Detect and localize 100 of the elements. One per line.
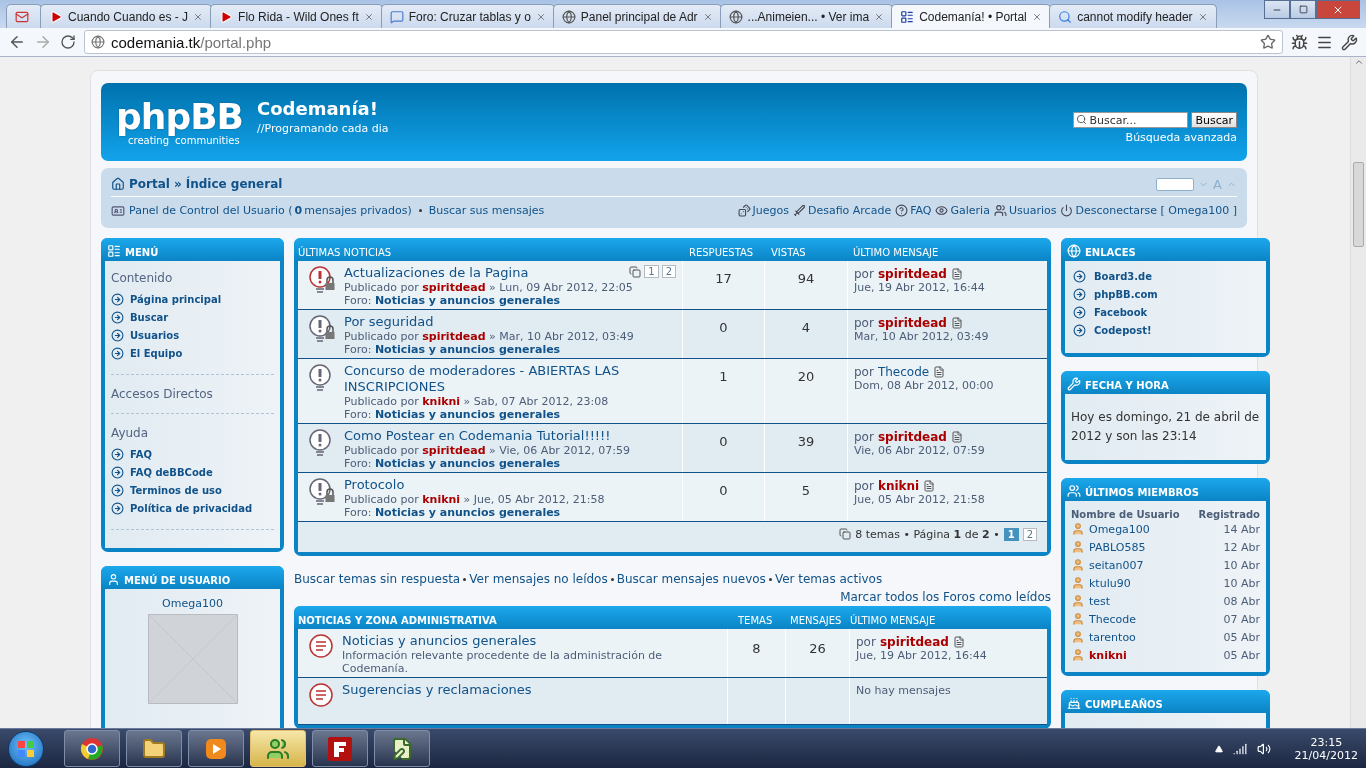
page-link[interactable]: 1 [644, 265, 659, 278]
member-link[interactable]: Omega100 [1089, 522, 1220, 536]
search-field[interactable]: Buscar... [1073, 112, 1189, 128]
nav-link[interactable]: Desafio Arcade [792, 204, 892, 217]
browser-tab[interactable]: Foro: Cruzar tablas y o [380, 4, 555, 28]
quick-link[interactable]: Buscar mensajes nuevos [616, 572, 766, 586]
topic-title[interactable]: Por seguridad [344, 314, 434, 330]
scrollbar-thumb[interactable] [1353, 162, 1364, 247]
nav-link[interactable]: Usuarios [993, 204, 1057, 217]
browser-tab[interactable]: ...Animeien... • Ver ima [719, 4, 894, 28]
forum-link[interactable]: Noticias y anuncios generales [374, 457, 561, 470]
member-link[interactable]: ktulu90 [1089, 576, 1220, 590]
reload-icon[interactable] [60, 34, 76, 50]
browser-tab[interactable]: Cuando Cuando es - J [40, 4, 213, 28]
page-icon[interactable] [933, 366, 946, 378]
member-link[interactable]: PABLO585 [1089, 540, 1220, 554]
forum-title[interactable]: Noticias y anuncios generales [342, 633, 721, 649]
page-icon[interactable] [952, 636, 965, 648]
page-icon[interactable] [950, 317, 963, 329]
breadcrumb-link[interactable]: Índice general [185, 177, 283, 191]
author-link[interactable]: spiritdead [877, 430, 947, 444]
close-icon[interactable] [702, 11, 713, 22]
user-link[interactable]: Panel de Control del Usuario (0 mensajes privados) [129, 204, 412, 217]
scroll-up-icon[interactable] [1353, 57, 1364, 67]
menu-link[interactable]: El Equipo [111, 344, 274, 362]
forum-link[interactable]: Noticias y anuncios generales [374, 408, 561, 421]
close-icon[interactable] [1197, 11, 1208, 22]
scrollbar[interactable] [1350, 57, 1366, 728]
external-link[interactable]: phpBB.com [1073, 285, 1258, 303]
nav-link[interactable]: FAQ [895, 204, 932, 217]
speaker-icon[interactable] [1256, 741, 1271, 756]
page-icon[interactable] [950, 268, 963, 280]
quick-link[interactable]: Buscar temas sin respuesta [294, 572, 461, 586]
topic-title[interactable]: Concurso de moderadores - ABIERTAS LAS INSCRIPCIONES [344, 363, 676, 395]
address-bar[interactable]: codemania.tk/portal.php [84, 30, 1283, 54]
page-link[interactable]: 2 [1022, 527, 1037, 541]
menu-link[interactable]: FAQ deBBCode [111, 463, 274, 481]
topic-title[interactable]: Actualizaciones de la Pagina [344, 265, 529, 281]
signal-icon[interactable] [1232, 741, 1247, 756]
close-icon[interactable] [1032, 11, 1043, 22]
topic-title[interactable]: Protocolo [344, 477, 405, 493]
browser-tab[interactable]: Flo Rida - Wild Ones ft [210, 4, 383, 28]
forum-title[interactable]: Sugerencias y reclamaciones [342, 682, 721, 698]
member-link[interactable]: test [1089, 594, 1220, 608]
taskbar-app[interactable] [126, 730, 182, 767]
member-link[interactable]: seitan007 [1089, 558, 1220, 572]
settings-icon[interactable] [1341, 33, 1358, 51]
browser-tab[interactable] [6, 4, 42, 28]
maximize-button[interactable] [1290, 0, 1316, 19]
taskbar-app[interactable] [374, 730, 430, 767]
browser-tab[interactable]: Codemanía! • Portal [891, 4, 1052, 28]
external-link[interactable]: Facebook [1073, 303, 1258, 321]
topic-title[interactable]: Como Postear en Codemania Tutorial!!!!! [344, 428, 611, 444]
author-link[interactable]: spiritdead [879, 635, 949, 649]
external-link[interactable]: Board3.de [1073, 267, 1258, 285]
browser-tab[interactable]: cannot modify header [1049, 4, 1217, 28]
minimize-button[interactable] [1264, 0, 1290, 19]
mark-read-link[interactable]: Marcar todos los Foros como leídos [840, 590, 1051, 604]
bug-icon[interactable] [1291, 33, 1308, 51]
taskbar-app[interactable] [188, 730, 244, 767]
author-link[interactable]: spiritdead [422, 444, 486, 457]
author-link[interactable]: spiritdead [422, 281, 486, 294]
member-link[interactable]: tarentoo [1089, 630, 1220, 644]
close-icon[interactable] [363, 11, 374, 22]
tray-arrow-icon[interactable] [1214, 744, 1223, 753]
menu-link[interactable]: Buscar [111, 308, 274, 326]
close-icon[interactable] [193, 11, 204, 22]
menu-link[interactable]: FAQ [111, 445, 274, 463]
forum-link[interactable]: Noticias y anuncios generales [374, 343, 561, 356]
browser-tab[interactable]: Panel principal de Adr [552, 4, 722, 28]
back-icon[interactable] [8, 33, 26, 51]
user-link[interactable]: Buscar sus mensajes [428, 204, 545, 217]
external-link[interactable]: Codepost! [1073, 321, 1258, 339]
member-link[interactable]: knikni [1089, 648, 1220, 662]
page-icon[interactable] [950, 431, 963, 443]
author-link[interactable]: knikni [422, 395, 461, 408]
page-icon[interactable] [923, 480, 936, 492]
taskbar-app[interactable] [64, 730, 120, 767]
quick-link[interactable]: Ver temas activos [774, 572, 883, 586]
search-button[interactable]: Buscar [1191, 112, 1237, 128]
menu-link[interactable]: Política de privacidad [111, 499, 274, 517]
author-link[interactable]: spiritdead [877, 267, 947, 281]
quick-link[interactable]: Ver mensajes no leídos [469, 572, 608, 586]
author-link[interactable]: spiritdead [877, 316, 947, 330]
menu-link[interactable]: Terminos de uso [111, 481, 274, 499]
forum-link[interactable]: Noticias y anuncios generales [374, 506, 561, 519]
breadcrumb-link[interactable]: Portal [129, 177, 170, 191]
author-link[interactable]: spiritdead [422, 330, 486, 343]
nav-link[interactable]: Desconectarse [ Omega100 ] [1060, 204, 1237, 217]
start-button[interactable] [8, 730, 44, 767]
author-link[interactable]: Thecode [877, 365, 930, 379]
nav-link[interactable]: Juegos [737, 204, 789, 217]
close-icon[interactable] [874, 11, 885, 22]
member-link[interactable]: Thecode [1089, 612, 1220, 626]
star-icon[interactable] [1260, 34, 1276, 50]
forum-link[interactable]: Noticias y anuncios generales [374, 294, 561, 307]
nav-link[interactable]: Galeria [935, 204, 990, 217]
menu-link[interactable]: Página principal [111, 290, 274, 308]
author-link[interactable]: knikni [877, 479, 920, 493]
taskbar-app[interactable] [312, 730, 368, 767]
